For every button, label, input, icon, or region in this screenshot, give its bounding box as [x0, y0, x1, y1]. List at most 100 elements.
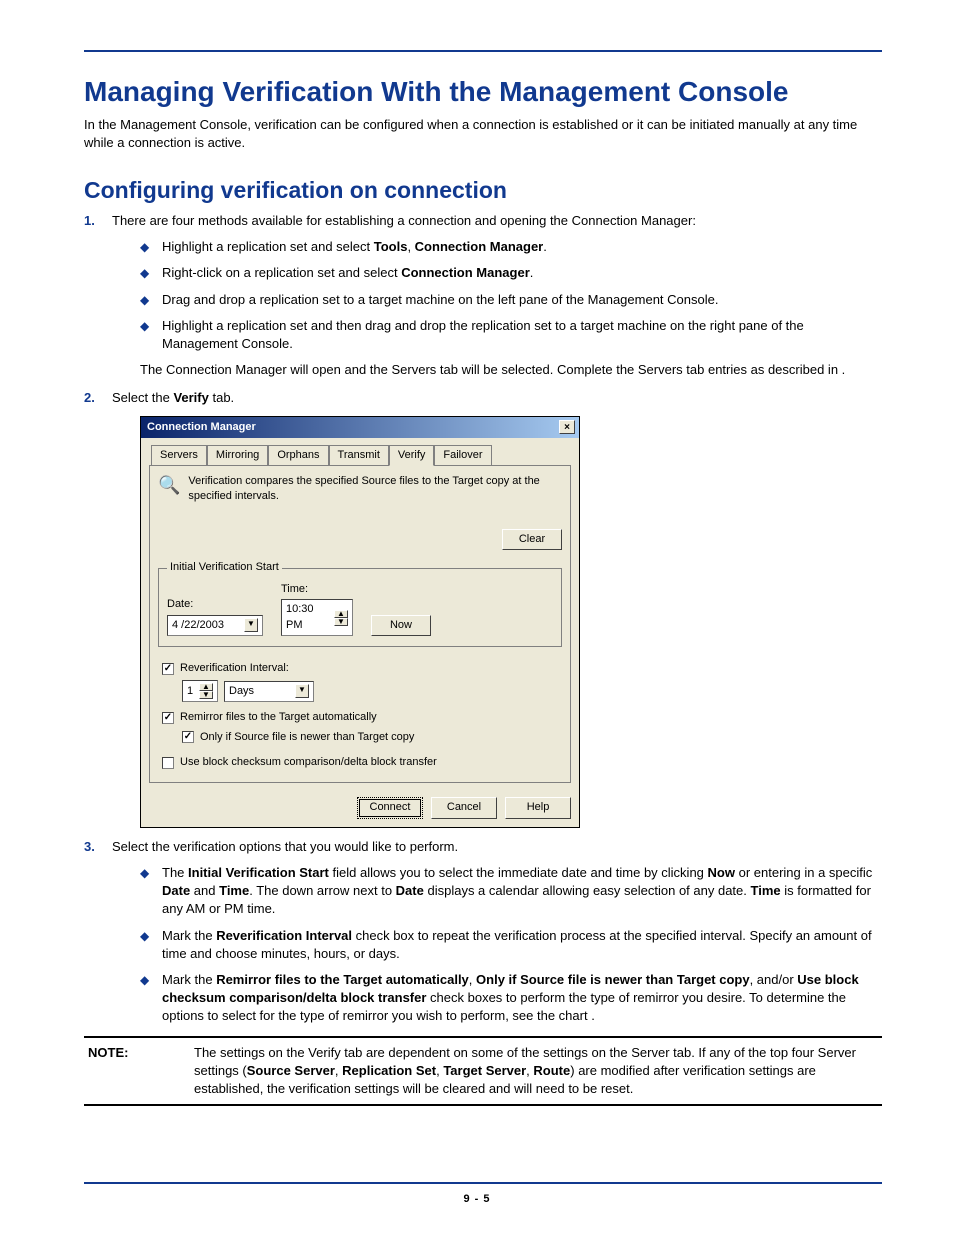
top-rule [84, 50, 882, 52]
verify-icon: 🔍 [158, 474, 180, 496]
bold: Target Server [443, 1063, 526, 1078]
tab-panel-verify: 🔍 Verification compares the specified So… [149, 465, 571, 783]
step-1-tail: The Connection Manager will open and the… [140, 361, 882, 379]
bold: Now [708, 865, 735, 880]
text: Highlight a replication set and select [162, 239, 374, 254]
footer-rule [84, 1182, 882, 1184]
date-label: Date: [167, 597, 263, 612]
verify-description: Verification compares the specified Sour… [188, 474, 562, 503]
bold: Time [219, 883, 249, 898]
reverification-value: 1 [187, 684, 193, 699]
intro-paragraph: In the Management Console, verification … [84, 116, 882, 151]
bold: Remirror files to the Target automatical… [216, 972, 469, 987]
bold: Verify [173, 390, 208, 405]
reverification-interval-label: Reverification Interval: [180, 661, 289, 676]
tab-transmit[interactable]: Transmit [329, 445, 389, 466]
bold: Only if Source file is newer than Target… [476, 972, 750, 987]
page-number: 9 - 5 [463, 1193, 490, 1205]
clear-button[interactable]: Clear [502, 529, 562, 550]
step-3-lead: Select the verification options that you… [112, 839, 458, 854]
note-body: The settings on the Verify tab are depen… [194, 1044, 882, 1099]
initial-verification-start-group: Initial Verification Start Date: 4 /22/2… [158, 560, 562, 647]
dialog-titlebar: Connection Manager × [141, 417, 579, 438]
spacer [371, 597, 431, 612]
text: . The down arrow next to [249, 883, 395, 898]
spinner-down-icon[interactable]: ▼ [334, 618, 348, 626]
text: or entering in a specific [735, 865, 872, 880]
bold: Reverification Interval [216, 928, 352, 943]
checkbox-checked-icon[interactable]: ✓ [162, 712, 174, 724]
bold: Replication Set [342, 1063, 436, 1078]
text: . [543, 239, 547, 254]
step-1-bullet-1: Highlight a replication set and select T… [140, 238, 882, 256]
page-h2: Configuring verification on connection [84, 177, 882, 204]
text: and [190, 883, 219, 898]
bold: Date [396, 883, 424, 898]
connect-button[interactable]: Connect [357, 797, 423, 818]
text: , [469, 972, 476, 987]
step-3-bullet-2: Mark the Reverification Interval check b… [140, 927, 882, 963]
bold: Initial Verification Start [188, 865, 329, 880]
spinner-down-icon[interactable]: ▼ [199, 691, 213, 699]
bold: Date [162, 883, 190, 898]
text: Select the [112, 390, 173, 405]
close-icon[interactable]: × [559, 420, 575, 434]
chevron-down-icon[interactable]: ▼ [295, 684, 309, 698]
text: tab. [209, 390, 234, 405]
bold: Connection Manager [401, 265, 530, 280]
text: field allows you to select the immediate… [329, 865, 708, 880]
only-if-newer-checkbox[interactable]: ✓ Only if Source file is newer than Targ… [182, 730, 562, 745]
only-if-newer-label: Only if Source file is newer than Target… [200, 730, 414, 745]
remirror-checkbox[interactable]: ✓ Remirror files to the Target automatic… [162, 710, 562, 725]
step-2: 2. Select the Verify tab. Connection Man… [84, 389, 882, 827]
time-input[interactable]: 10:30 PM ▲ ▼ [281, 599, 353, 636]
step-1: 1. There are four methods available for … [84, 212, 882, 379]
step-1-lead: There are four methods available for est… [112, 213, 696, 228]
step-1-bullet-2: Right-click on a replication set and sel… [140, 264, 882, 282]
tab-failover[interactable]: Failover [434, 445, 491, 466]
step-3-bullet-1: The Initial Verification Start field all… [140, 864, 882, 919]
block-checksum-label: Use block checksum comparison/delta bloc… [180, 755, 437, 770]
reverification-interval-checkbox[interactable]: ✓ Reverification Interval: [162, 661, 562, 676]
step-2-number: 2. [84, 389, 95, 407]
step-3-bullet-3: Mark the Remirror files to the Target au… [140, 971, 882, 1026]
time-label: Time: [281, 582, 353, 597]
checkbox-unchecked-icon[interactable] [162, 757, 174, 769]
text: Right-click on a replication set and sel… [162, 265, 401, 280]
help-button[interactable]: Help [505, 797, 571, 818]
time-value: 10:30 PM [286, 602, 330, 633]
step-3: 3. Select the verification options that … [84, 838, 882, 1026]
text: Mark the [162, 928, 216, 943]
tab-verify[interactable]: Verify [389, 445, 435, 466]
chevron-down-icon[interactable]: ▼ [244, 618, 258, 632]
text: displays a calendar allowing easy select… [424, 883, 751, 898]
bold: Time [751, 883, 781, 898]
note-block: NOTE: The settings on the Verify tab are… [84, 1036, 882, 1107]
block-checksum-checkbox[interactable]: Use block checksum comparison/delta bloc… [162, 755, 562, 770]
date-input[interactable]: 4 /22/2003 ▼ [167, 615, 263, 636]
text: , and/or [750, 972, 798, 987]
cancel-button[interactable]: Cancel [431, 797, 497, 818]
checkbox-checked-icon[interactable]: ✓ [182, 731, 194, 743]
bold: Connection Manager [415, 239, 544, 254]
step-1-number: 1. [84, 212, 95, 230]
tab-orphans[interactable]: Orphans [268, 445, 328, 466]
page-h1: Managing Verification With the Managemen… [84, 76, 882, 108]
dialog-title-text: Connection Manager [147, 420, 256, 435]
note-label: NOTE: [84, 1044, 174, 1099]
reverification-unit-select[interactable]: Days ▼ [224, 681, 314, 702]
remirror-label: Remirror files to the Target automatical… [180, 710, 377, 725]
text: , [407, 239, 414, 254]
bold: Source Server [247, 1063, 335, 1078]
tab-mirroring[interactable]: Mirroring [207, 445, 268, 466]
reverification-value-input[interactable]: 1 ▲ ▼ [182, 680, 218, 702]
text: . [530, 265, 534, 280]
date-value: 4 /22/2003 [172, 618, 224, 633]
reverification-unit-value: Days [229, 684, 254, 699]
connection-manager-dialog: Connection Manager × Servers Mirroring O… [140, 416, 580, 828]
tab-servers[interactable]: Servers [151, 445, 207, 466]
now-button[interactable]: Now [371, 615, 431, 636]
text: The [162, 865, 188, 880]
step-3-number: 3. [84, 838, 95, 856]
checkbox-checked-icon[interactable]: ✓ [162, 663, 174, 675]
